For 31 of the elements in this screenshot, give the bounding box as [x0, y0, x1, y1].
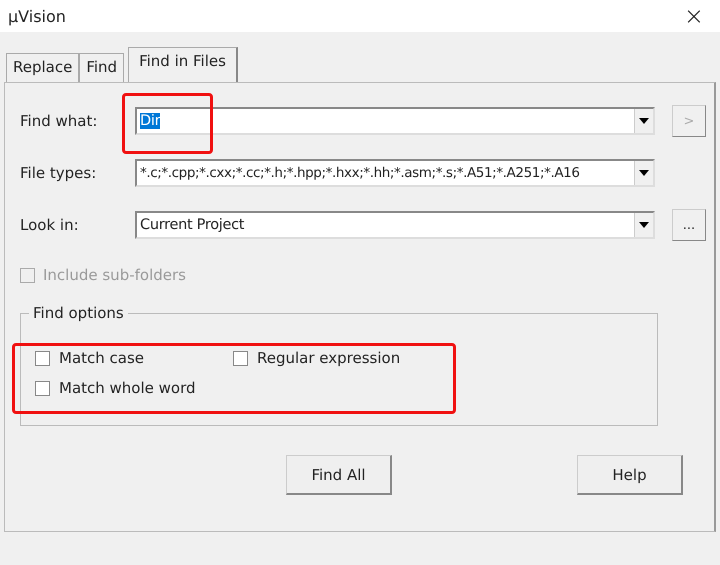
checkbox[interactable] [35, 350, 50, 366]
dropdown-button[interactable] [634, 161, 653, 185]
checkbox[interactable] [233, 350, 248, 366]
dialog-button[interactable]: Help [577, 455, 683, 495]
field-label: Look in: [20, 216, 80, 234]
caret-icon [639, 170, 649, 176]
dialog-button[interactable]: Find All [286, 455, 392, 495]
close-button[interactable]: × [676, 2, 712, 30]
checkbox-label: Match whole word [59, 379, 196, 397]
field-value: Current Project [140, 217, 244, 233]
group-title: Find options [29, 304, 128, 322]
side-button[interactable]: ... [672, 209, 706, 241]
combo-box[interactable]: Dir [135, 107, 655, 135]
tab[interactable]: Find [79, 53, 124, 82]
field-value: *.c;*.cpp;*.cxx;*.cc;*.h;*.hpp;*.hxx;*.hh;*.asm;*.s;*.A51;*.A251;*.A16 [140, 165, 580, 181]
combo-box[interactable]: Current Project [135, 211, 655, 239]
tab[interactable]: Find in Files [128, 47, 238, 82]
caret-icon [639, 222, 649, 228]
field-value: Dir [140, 113, 160, 129]
dropdown-button[interactable] [634, 213, 653, 237]
dropdown-button[interactable] [634, 109, 653, 133]
checkbox-label: Regular expression [257, 349, 400, 367]
caret-icon [639, 118, 649, 124]
checkbox[interactable] [35, 380, 50, 396]
field-label: File types: [20, 164, 98, 182]
tab[interactable]: Replace [6, 53, 80, 82]
checkbox-label: Match case [59, 349, 144, 367]
checkbox-label: Include sub-folders [43, 266, 186, 284]
combo-box[interactable]: *.c;*.cpp;*.cxx;*.cc;*.h;*.hpp;*.hxx;*.hh;*.asm;*.s;*.A51;*.A251;*.A16 [135, 159, 655, 187]
window-title: µVision [8, 6, 66, 26]
field-label: Find what: [20, 112, 98, 130]
